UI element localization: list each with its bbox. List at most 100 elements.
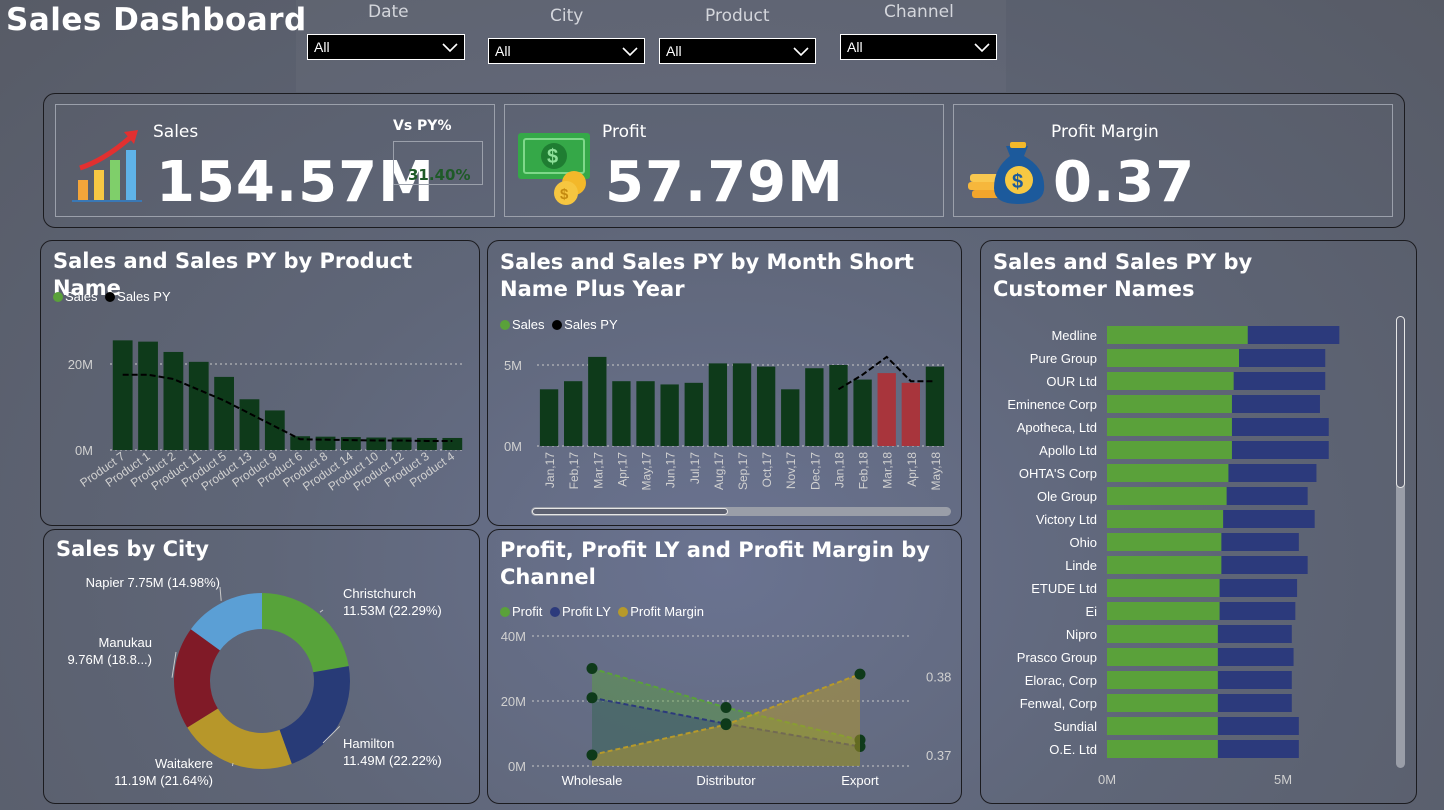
- bar-sales: [1107, 671, 1218, 689]
- y-tick-label: Eminence Corp: [1007, 397, 1097, 412]
- data-point: [586, 749, 598, 761]
- y-tick-label: 40M: [501, 629, 526, 644]
- bar-sales-py: [1221, 556, 1308, 574]
- city-chart-title: Sales by City: [56, 537, 209, 561]
- y-tick-label: Ohio: [1070, 535, 1097, 550]
- filter-channel-label: Channel: [884, 2, 954, 22]
- bar-sales: [214, 376, 234, 450]
- legend-sales-dot: [500, 320, 510, 330]
- bar-sales: [1107, 441, 1232, 459]
- y-tick-label: Linde: [1065, 558, 1097, 573]
- bar-sales: [112, 340, 133, 450]
- x-tick-label: Mar,17: [591, 452, 605, 489]
- bar-sales: [708, 363, 728, 446]
- customer-bar-chart[interactable]: Medline Pure Group OUR Ltd Eminence Corp Apo…: [985, 318, 1390, 796]
- legend-sales-py-label: Sales PY: [564, 317, 618, 332]
- bar-sales-py: [1217, 717, 1299, 735]
- bar-sales: [901, 382, 920, 446]
- legend-sales-label: Sales: [512, 317, 545, 332]
- bar-sales: [1107, 694, 1218, 712]
- y-tick-label: 20M: [501, 694, 526, 709]
- bar-sales-py: [1217, 694, 1292, 712]
- bar-sales-py: [1247, 326, 1340, 344]
- y-tick-label: 0M: [75, 443, 93, 458]
- sales-growth-icon: [72, 130, 142, 202]
- donut-slice: [262, 593, 349, 673]
- legend-profit-ly-label: Profit LY: [561, 604, 611, 619]
- filter-date-label: Date: [368, 2, 409, 22]
- bar-sales: [1107, 464, 1229, 482]
- legend-profit-dot: [500, 607, 510, 617]
- y-tick-label: Nipro: [1066, 627, 1097, 642]
- month-bar-chart[interactable]: 5M 0M Jan,17 Feb,17 Mar,17 Apr,17 May,17 Jun,17…: [492, 338, 957, 506]
- data-point: [720, 719, 732, 731]
- x-tick-label: Jan,17: [543, 452, 557, 488]
- bar-sales: [391, 437, 412, 450]
- bar-sales-py: [1217, 648, 1294, 666]
- bar-sales-py: [1233, 372, 1326, 390]
- filter-city-dropdown[interactable]: All: [488, 38, 645, 64]
- kpi-sales-label: Sales: [153, 122, 199, 142]
- legend-profit-ly-dot: [549, 607, 560, 617]
- y-tick-label: Apollo Ltd: [1039, 443, 1097, 458]
- filter-channel-dropdown[interactable]: All: [840, 34, 997, 60]
- x-tick-label: May,17: [640, 452, 654, 491]
- month-chart-scroll-thumb[interactable]: [532, 508, 728, 515]
- bar-sales: [829, 365, 848, 446]
- bar-sales-py: [1221, 533, 1299, 551]
- bar-sales: [925, 366, 945, 446]
- bar-sales: [1107, 740, 1218, 758]
- x-tick-label: Apr,18: [905, 452, 919, 487]
- legend-profit-label: Profit: [512, 604, 543, 619]
- slice-label: Manukau: [99, 635, 152, 650]
- bar-sales: [188, 361, 209, 450]
- bar-sales: [805, 368, 824, 446]
- x-tick-label: 5M: [1274, 772, 1292, 787]
- bar-sales: [1107, 625, 1218, 643]
- city-donut-chart[interactable]: Christchurch 11.53M (22.29%) Hamilton 11.49…: [48, 565, 476, 800]
- channel-combo-chart[interactable]: 0M 20M 40M 0.38 0.37 Wholesale Distributor Expo…: [492, 624, 957, 800]
- filter-product-dropdown[interactable]: All: [659, 38, 816, 64]
- x-tick-label: Wholesale: [562, 773, 623, 788]
- leader-line: [219, 586, 222, 601]
- month-chart-scrollbar[interactable]: [531, 507, 951, 516]
- y-tick-label: 0M: [504, 439, 522, 454]
- bar-sales-py: [1226, 487, 1308, 505]
- y2-tick-label: 0.37: [926, 748, 951, 763]
- legend-sales-py-dot: [105, 292, 116, 302]
- legend-profit-margin-label: Profit Margin: [630, 604, 704, 619]
- month-chart-title: Sales and Sales PY by Month Short Name P…: [500, 250, 914, 301]
- filter-date-value: All: [314, 39, 330, 55]
- bar-sales: [1107, 717, 1218, 735]
- bar-sales: [877, 373, 896, 446]
- customer-chart-scrollbar[interactable]: [1396, 316, 1405, 768]
- product-bar-chart[interactable]: 20M0MProduct 7Product 1Product 2Product …: [45, 310, 475, 522]
- donut-slice: [279, 666, 350, 764]
- data-point: [586, 663, 598, 674]
- bar-sales-py: [1219, 579, 1298, 597]
- product-chart-legend: Sales Sales PY: [53, 289, 171, 304]
- x-tick-label: Mar,18: [881, 452, 895, 489]
- x-tick-label: Nov,17: [784, 452, 798, 489]
- legend-sales-label: Sales: [65, 289, 98, 304]
- x-tick-label: Dec,17: [808, 452, 822, 490]
- bar-sales: [756, 366, 776, 446]
- bar-sales: [781, 389, 800, 446]
- bar-sales: [660, 384, 679, 446]
- y-tick-label: 0M: [508, 759, 526, 774]
- y-tick-label: Prasco Group: [1017, 650, 1097, 665]
- customer-chart-scroll-thumb[interactable]: [1396, 316, 1405, 488]
- svg-text:$: $: [547, 146, 558, 168]
- slice-label: Hamilton: [343, 736, 394, 751]
- slice-value: 9.76M (18.8...): [67, 652, 152, 667]
- filter-date-dropdown[interactable]: All: [307, 34, 465, 60]
- bar-sales: [1107, 510, 1224, 528]
- bar-sales-py: [1231, 395, 1320, 413]
- x-tick-label: Oct,17: [760, 452, 774, 488]
- bar-sales: [684, 382, 703, 446]
- data-point: [586, 692, 598, 704]
- svg-text:$: $: [1012, 171, 1023, 193]
- bar-sales: [732, 363, 752, 446]
- slice-label: Napier 7.75M (14.98%): [86, 575, 220, 590]
- kpi-vs-py-box: 31.40%: [393, 141, 483, 185]
